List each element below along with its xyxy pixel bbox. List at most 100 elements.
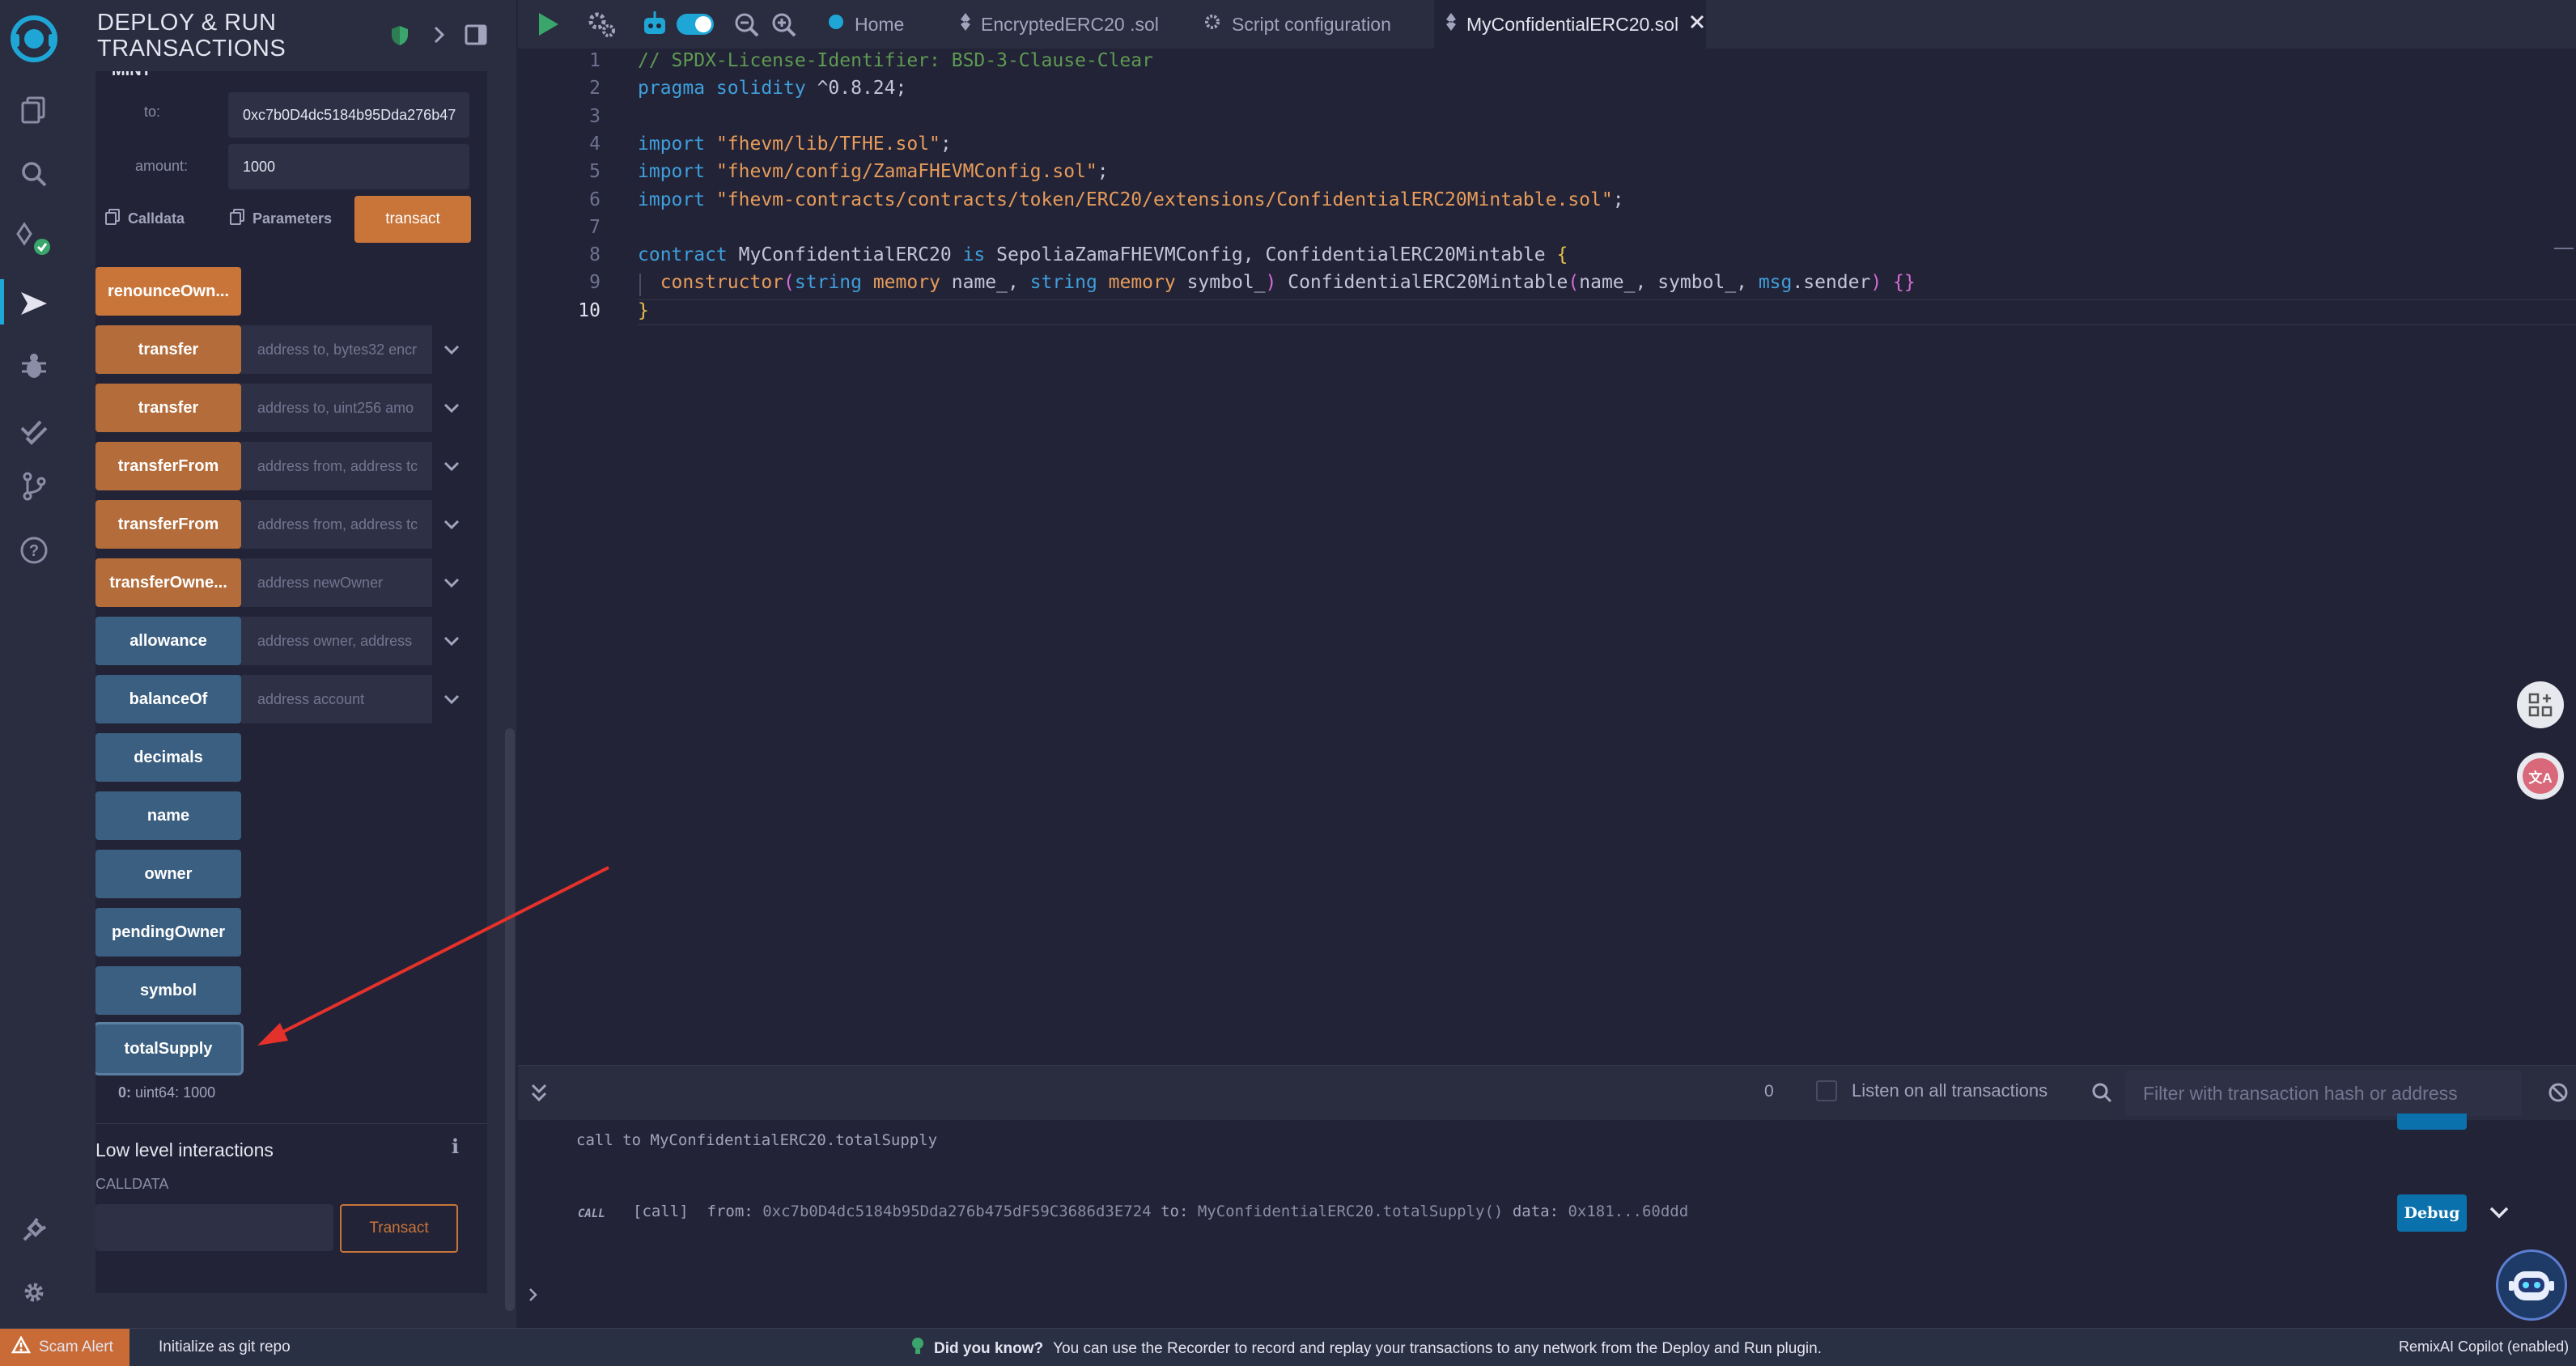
tab-my-confidential-erc20[interactable]: MyConfidentialERC20.sol — [1434, 0, 1706, 49]
data-label: data: — [1512, 1203, 1560, 1220]
test-check-icon[interactable] — [14, 411, 54, 452]
code-line: // SPDX-License-Identifier: BSD-3-Clause… — [638, 50, 1153, 71]
translate-icon[interactable]: 文A — [2517, 753, 2564, 800]
code-line: constructor(string memory name_, string … — [638, 272, 1916, 293]
function-button-transfer[interactable]: transfer — [95, 325, 241, 374]
code-token: ; — [940, 133, 952, 155]
ai-robot-icon[interactable] — [641, 10, 668, 44]
search-icon[interactable] — [14, 154, 54, 194]
deploy-run-icon[interactable] — [14, 283, 54, 324]
init-git-repo-link[interactable]: Initialize as git repo — [159, 1338, 291, 1356]
tab-home[interactable]: Home — [814, 0, 917, 49]
function-result: 0: uint64: 1000 — [118, 1084, 215, 1101]
debug-button-partial[interactable] — [2397, 1114, 2467, 1130]
code-token: is — [962, 244, 986, 266]
function-button-totalsupply[interactable]: totalSupply — [95, 1024, 241, 1073]
current-line-highlight — [638, 299, 2576, 325]
function-row: transferOwne... address newOwner — [95, 558, 468, 607]
settings-gear-icon[interactable] — [14, 1272, 54, 1313]
function-args-input[interactable]: address newOwner — [241, 558, 432, 607]
chevron-down-icon[interactable] — [435, 675, 468, 723]
terminal-output: call to MyConfidentialERC20.totalSupply … — [518, 1114, 2576, 1328]
code-editor[interactable]: 1 // SPDX-License-Identifier: BSD-3-Claus… — [518, 49, 2576, 1060]
mint-transact-button[interactable]: transact — [354, 196, 471, 243]
function-button-pendingowner[interactable]: pendingOwner — [95, 908, 241, 957]
function-button-renounceown[interactable]: renounceOwn... — [95, 267, 241, 316]
code-token: contract — [638, 244, 728, 266]
function-button-symbol[interactable]: symbol — [95, 966, 241, 1015]
chevron-right-icon[interactable] — [431, 23, 447, 52]
chevron-down-icon[interactable] — [435, 558, 468, 607]
to-address-input[interactable]: 0xc7b0D4dc5184b95Dda276b47 — [228, 92, 469, 138]
close-icon[interactable] — [1688, 13, 1706, 36]
function-args-input[interactable]: address from, address tc — [241, 442, 432, 490]
warning-icon — [11, 1335, 32, 1359]
transaction-filter-input[interactable]: Filter with transaction hash or address — [2125, 1071, 2522, 1116]
remix-logo-icon[interactable] — [6, 11, 62, 66]
ai-toggle-switch[interactable] — [677, 14, 714, 35]
zoom-out-icon[interactable] — [733, 11, 761, 44]
chevron-down-icon[interactable] — [435, 500, 468, 549]
function-button-allowance[interactable]: allowance — [95, 617, 241, 665]
apps-grid-button[interactable] — [2517, 681, 2564, 728]
calldata-label: Calldata — [128, 210, 185, 227]
file-explorer-icon[interactable] — [14, 89, 54, 129]
help-icon[interactable]: ? — [14, 530, 54, 571]
shield-icon[interactable] — [390, 24, 410, 52]
git-branch-icon[interactable] — [14, 466, 54, 507]
function-button-transfer[interactable]: transfer — [95, 384, 241, 432]
annotation-arrow — [257, 866, 609, 1046]
ai-assistant-avatar[interactable] — [2496, 1249, 2567, 1321]
function-args-input[interactable]: address from, address tc — [241, 500, 432, 549]
code-token: ) — [1870, 272, 1882, 294]
function-button-owner[interactable]: owner — [95, 850, 241, 898]
run-script-icon[interactable] — [536, 11, 560, 42]
debugger-icon[interactable] — [14, 346, 54, 387]
code-token: "fhevm/lib/TFHE.sol" — [705, 133, 940, 155]
chevron-down-icon[interactable] — [435, 325, 468, 374]
zoom-in-icon[interactable] — [770, 11, 798, 44]
chevron-right-icon[interactable] — [526, 1285, 541, 1309]
tab-script-configuration[interactable]: Script configuration — [1190, 0, 1404, 49]
contract-instance-panel: MINT to: 0xc7b0D4dc5184b95Dda276b47 amou… — [95, 71, 487, 1293]
code-token: constructor — [660, 272, 784, 294]
copilot-status[interactable]: RemixAI Copilot (enabled) — [2399, 1338, 2569, 1355]
chevron-down-icon[interactable] — [435, 384, 468, 432]
function-args-input[interactable]: address to, bytes32 encr — [241, 325, 432, 374]
function-button-decimals[interactable]: decimals — [95, 733, 241, 782]
amount-input[interactable]: 1000 — [228, 144, 469, 189]
compile-settings-icon[interactable] — [586, 10, 617, 44]
solidity-compiler-icon[interactable] — [14, 218, 54, 259]
chevron-down-icon[interactable] — [2488, 1203, 2510, 1226]
code-token: import — [638, 161, 706, 183]
function-button-transferowne[interactable]: transferOwne... — [95, 558, 241, 607]
mint-section-label: MINT — [112, 71, 151, 80]
function-button-transferfrom[interactable]: transferFrom — [95, 442, 241, 490]
plugin-manager-icon[interactable] — [14, 1210, 54, 1250]
chevron-down-icon[interactable] — [435, 442, 468, 490]
function-button-balanceof[interactable]: balanceOf — [95, 675, 241, 723]
function-args-input[interactable]: address to, uint256 amo — [241, 384, 432, 432]
function-args-input[interactable]: address owner, address — [241, 617, 432, 665]
function-row: transfer address to, uint256 amo — [95, 384, 468, 432]
panel-toggle-icon[interactable] — [465, 24, 487, 50]
parameters-copy-button[interactable]: Parameters — [230, 209, 332, 229]
code-token: .sender — [1792, 272, 1871, 294]
calldata-input[interactable] — [95, 1204, 333, 1251]
chevron-down-icon[interactable] — [435, 617, 468, 665]
debug-button[interactable]: Debug — [2397, 1194, 2467, 1232]
function-args-input[interactable]: address account — [241, 675, 432, 723]
collapse-terminal-icon[interactable] — [529, 1082, 549, 1108]
indent-guide — [639, 274, 641, 296]
calldata-copy-button[interactable]: Calldata — [105, 209, 185, 229]
low-level-transact-button[interactable]: Transact — [340, 1204, 458, 1253]
code-token: { — [1556, 244, 1568, 266]
code-token: ConfidentialERC20Mintable — [1276, 272, 1568, 294]
function-button-name[interactable]: name — [95, 791, 241, 840]
tab-encrypted-erc20[interactable]: EncryptedERC20 .sol — [947, 0, 1172, 49]
function-button-transferfrom[interactable]: transferFrom — [95, 500, 241, 549]
scam-alert-button[interactable]: Scam Alert — [0, 1329, 129, 1366]
info-icon[interactable]: i — [452, 1135, 459, 1158]
listen-checkbox[interactable] — [1816, 1080, 1837, 1101]
clear-console-icon[interactable] — [2548, 1082, 2569, 1108]
